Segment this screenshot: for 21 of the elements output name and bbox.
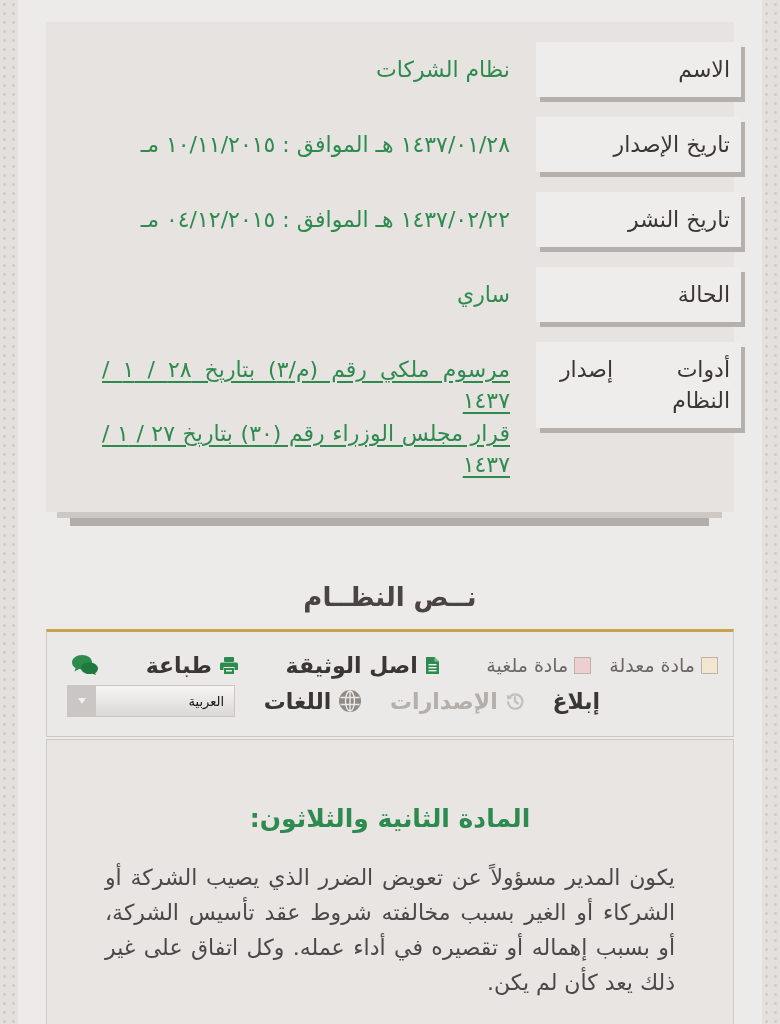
globe-icon	[339, 690, 362, 712]
printer-icon	[219, 656, 238, 674]
section-title: نــص النظــام	[302, 581, 478, 614]
legend-label: مادة ملغية	[486, 654, 569, 676]
document-link[interactable]: اصل الوثيقة	[285, 652, 439, 678]
speech-bubbles-icon	[72, 655, 98, 675]
article-title: المادة الثانية والثلاثون:	[248, 803, 532, 835]
field-value: ١٤٣٧/٠٢/٢٢ هـ الموافق : ٠٤/١٢/٢٠١٥ مـ	[139, 206, 510, 234]
field-value: نظام الشركات	[375, 56, 510, 84]
article-text: يكون المدير مسؤولاً عن تعويض الضرر الذي يصيب الشركة أو الشركاء أو الغير بسبب مخالفته شروط عقد تأسيس الشركة، أو بسبب إهماله أو تقصيره في أداء عمله. وكل اتفاق على غير ذلك يعد كأن لم يكن.	[105, 862, 675, 998]
report-link[interactable]: إبلاغ	[552, 688, 600, 714]
language-select[interactable]: العربية	[67, 685, 235, 717]
legend-label: مادة معدلة	[609, 654, 695, 676]
field-value: ١٤٣٧/٠١/٢٨ هـ الموافق : ١٠/١١/٢٠١٥ مـ	[139, 131, 510, 159]
field-value: ساري	[456, 281, 510, 309]
comment-button[interactable]	[72, 655, 98, 675]
caret-icon	[68, 686, 96, 716]
history-icon	[505, 692, 524, 710]
document-icon	[425, 656, 439, 674]
print-button[interactable]: طباعة	[145, 652, 238, 678]
languages-link[interactable]: اللغات	[263, 688, 362, 714]
